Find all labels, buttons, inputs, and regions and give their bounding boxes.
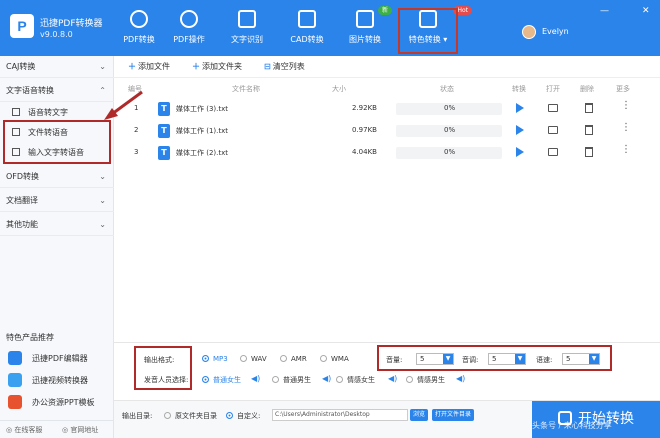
chevron-down-icon: ⌄ <box>99 196 106 205</box>
play-icon[interactable] <box>516 103 524 113</box>
sidebar-section-text-voice[interactable]: 文字语音转换 ⌃ <box>0 80 114 102</box>
sidebar-section-ofd[interactable]: OFD转换 ⌄ <box>0 166 114 188</box>
add-folder-button[interactable]: ＋添加文件夹 <box>192 61 242 72</box>
speaker-preview-icon[interactable]: ◀) <box>322 374 331 383</box>
table-header: 编号 文件名称 大小 状态 转换 打开 删除 更多 <box>128 85 630 93</box>
format-wav-radio[interactable]: WAV <box>240 355 267 363</box>
chevron-down-icon: ⌄ <box>99 220 106 229</box>
folder-icon[interactable] <box>548 148 558 156</box>
product-ppt-templates[interactable]: 办公资源PPT模板 <box>8 394 95 414</box>
progress-bar: 0% <box>396 103 502 115</box>
sidebar-footer: ◎ 在线客服 ◎ 官网地址 <box>0 420 114 438</box>
speaker-normal-female-radio[interactable]: 普通女生 <box>202 375 241 385</box>
speaker-emotion-female-radio[interactable]: 情感女生 <box>336 375 375 385</box>
sidebar: CAJ转换 ⌄ 文字语音转换 ⌃ 语音转文字 文件转语音 输入文字转语音 OFD… <box>0 56 114 438</box>
ppt-icon <box>8 395 22 409</box>
source-dir-radio[interactable]: 原文件夹目录 <box>164 411 217 421</box>
annotation-box-sidebar <box>3 120 111 164</box>
nav-image-convert[interactable]: 图片转换 新 <box>338 6 392 50</box>
chevron-down-icon: ⌄ <box>99 172 106 181</box>
new-badge: 新 <box>377 6 392 15</box>
online-consult-link[interactable]: ◎ 在线客服 <box>6 421 42 438</box>
close-icon[interactable]: ✕ <box>642 6 650 16</box>
txt-file-icon: T <box>158 102 170 116</box>
annotation-box-settings <box>134 346 192 390</box>
trash-icon[interactable] <box>585 103 593 113</box>
cog-icon <box>180 10 198 28</box>
annotation-box-audio-params <box>377 345 612 371</box>
nav-cad-convert[interactable]: CAD转换 <box>280 10 334 50</box>
speaker-preview-icon[interactable]: ◀) <box>456 374 465 383</box>
speaker-preview-icon[interactable]: ◀) <box>251 374 260 383</box>
official-site-link[interactable]: ◎ 官网地址 <box>62 421 98 438</box>
refresh-icon <box>130 10 148 28</box>
folder-icon[interactable] <box>548 126 558 134</box>
txt-file-icon: T <box>158 146 170 160</box>
app-name: 迅捷PDF转换器 <box>40 19 103 29</box>
format-wma-radio[interactable]: WMA <box>320 355 349 363</box>
more-icon[interactable]: ⋮ <box>621 100 631 111</box>
table-row[interactable]: 1 T 媒体工作 (3).txt 2.92KB 0% ⋮ <box>114 98 660 120</box>
nav-pdf-operate[interactable]: PDF操作 <box>162 10 216 50</box>
browse-button[interactable]: 浏览 <box>410 409 429 421</box>
annotation-box-nav <box>398 8 458 54</box>
format-mp3-radio[interactable]: MP3 <box>202 355 228 363</box>
nav-ocr[interactable]: 文字识别 <box>220 10 274 50</box>
speaker-preview-icon[interactable]: ◀) <box>388 374 397 383</box>
open-folder-button[interactable]: 打开文件目录 <box>432 409 475 421</box>
title-bar: P 迅捷PDF转换器 v9.0.8.0 PDF转换 PDF操作 文字识别 CAD… <box>0 0 660 56</box>
trash-icon[interactable] <box>585 125 593 135</box>
output-dir-label: 输出目录: <box>122 412 153 420</box>
cad-icon <box>298 10 316 28</box>
products-title: 特色产品推荐 <box>6 333 54 342</box>
chevron-down-icon: ⌄ <box>99 62 106 71</box>
sidebar-section-translate[interactable]: 文档翻译 ⌄ <box>0 190 114 212</box>
file-toolbar: ＋添加文件 ＋添加文件夹 ⊟ 清空列表 <box>114 56 660 78</box>
clear-list-button[interactable]: ⊟ 清空列表 <box>264 61 305 72</box>
product-pdf-editor[interactable]: 迅捷PDF编辑器 <box>8 350 88 370</box>
format-amr-radio[interactable]: AMR <box>280 355 307 363</box>
custom-dir-radio[interactable]: 自定义: <box>226 411 260 421</box>
txt-file-icon: T <box>158 124 170 138</box>
speaker-emotion-male-radio[interactable]: 情感男生 <box>406 375 445 385</box>
more-icon[interactable]: ⋮ <box>621 122 631 133</box>
app-logo-icon: P <box>10 14 34 38</box>
avatar[interactable] <box>522 25 536 39</box>
play-icon[interactable] <box>516 125 524 135</box>
trash-icon[interactable] <box>585 147 593 157</box>
output-path-input[interactable]: C:\Users\Administrator\Desktop <box>272 409 408 421</box>
folder-icon[interactable] <box>548 104 558 112</box>
progress-bar: 0% <box>396 125 502 137</box>
plus-icon: ＋ <box>128 62 136 71</box>
minimize-icon[interactable]: — <box>600 6 609 16</box>
add-file-button[interactable]: ＋添加文件 <box>128 61 170 72</box>
document-icon <box>12 108 20 116</box>
output-bar: 输出目录: 原文件夹目录 自定义: C:\Users\Administrator… <box>114 400 660 438</box>
more-icon[interactable]: ⋮ <box>621 144 631 155</box>
image-icon <box>356 10 374 28</box>
pdf-editor-icon <box>8 351 22 365</box>
app-version: v9.0.8.0 <box>40 30 73 39</box>
video-converter-icon <box>8 373 22 387</box>
username[interactable]: Evelyn <box>542 27 569 36</box>
sidebar-section-caj[interactable]: CAJ转换 ⌄ <box>0 56 114 78</box>
watermark: 头条号 / 未心科技分享 <box>532 421 612 430</box>
product-video-converter[interactable]: 迅捷视频转换器 <box>8 372 88 392</box>
sidebar-section-other[interactable]: 其他功能 ⌄ <box>0 214 114 236</box>
speaker-normal-male-radio[interactable]: 普通男生 <box>272 375 311 385</box>
text-icon <box>238 10 256 28</box>
table-row[interactable]: 2 T 媒体工作 (1).txt 0.97KB 0% ⋮ <box>114 120 660 142</box>
clear-icon: ⊟ <box>264 62 271 71</box>
folder-plus-icon: ＋ <box>192 62 200 71</box>
play-icon[interactable] <box>516 147 524 157</box>
table-row[interactable]: 3 T 媒体工作 (2).txt 4.04KB 0% ⋮ <box>114 142 660 164</box>
nav-pdf-convert[interactable]: PDF转换 <box>112 10 166 50</box>
progress-bar: 0% <box>396 147 502 159</box>
